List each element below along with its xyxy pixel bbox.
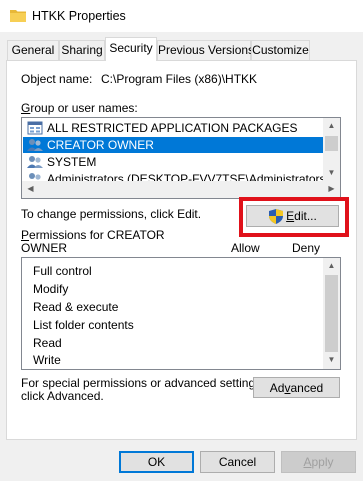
object-name-label: Object name: [21,72,93,86]
permissions-for-label: Permissions for CREATOR [21,228,165,242]
scroll-down-arrow-icon[interactable]: ▼ [323,165,340,181]
group-or-user-names-label: Group or user names: [21,101,138,115]
advanced-settings-text-line2: click Advanced. [21,389,104,403]
advanced-settings-text: For special permissions or advanced sett… [21,376,265,390]
group-list-horizontal-scrollbar[interactable]: ◀ ▶ [22,181,340,198]
group-user-list[interactable]: ALL RESTRICTED APPLICATION PACKAGES CREA… [21,117,341,199]
permissions-list[interactable]: Full control Modify Read & execute List … [21,257,341,370]
change-permissions-text: To change permissions, click Edit. [21,207,202,221]
list-item-label: ALL RESTRICTED APPLICATION PACKAGES [47,121,298,135]
list-item[interactable]: ALL RESTRICTED APPLICATION PACKAGES [23,120,324,136]
permission-row: Read & execute [33,300,119,314]
permissions-for-label-line2: OWNER [21,241,67,255]
apply-button[interactable]: Apply [281,451,356,473]
object-name-value: C:\Program Files (x86)\HTKK [101,72,258,86]
scroll-up-arrow-icon[interactable]: ▲ [323,258,340,274]
users-icon [27,139,43,151]
tab-customize[interactable]: Customize [251,40,310,60]
permission-row: Read [33,336,62,350]
group-list-vertical-scrollbar[interactable]: ▲ ▼ [323,118,340,182]
highlight-box [239,197,349,237]
allow-column-header: Allow [231,241,260,255]
scroll-down-arrow-icon[interactable]: ▼ [323,352,340,368]
permission-row: List folder contents [33,318,134,332]
permissions-vertical-scrollbar[interactable]: ▲ ▼ [323,258,340,369]
scrollbar-thumb[interactable] [325,136,338,151]
users-icon [27,156,43,168]
ok-button[interactable]: OK [119,451,194,473]
scroll-right-arrow-icon[interactable]: ▶ [323,181,340,197]
permission-row: Modify [33,282,69,296]
tab-sharing[interactable]: Sharing [59,40,105,60]
window-title: HTKK Properties [32,9,126,23]
scroll-up-arrow-icon[interactable]: ▲ [323,118,340,134]
folder-icon [10,10,26,22]
app-packages-icon [27,121,43,135]
list-item[interactable]: SYSTEM [23,154,324,170]
list-item-label: CREATOR OWNER [47,138,154,152]
scrollbar-thumb[interactable] [325,275,338,352]
permission-row: Write [33,353,61,367]
tab-previous-versions[interactable]: Previous Versions [157,40,254,60]
list-item-selected[interactable]: CREATOR OWNER [23,137,324,153]
tab-security[interactable]: Security [105,37,157,61]
tab-general[interactable]: General [7,40,59,60]
permission-row: Full control [33,264,92,278]
advanced-button[interactable]: Advanced [253,377,340,398]
cancel-button[interactable]: Cancel [200,451,275,473]
scroll-left-arrow-icon[interactable]: ◀ [22,181,39,197]
deny-column-header: Deny [292,241,321,255]
list-item-label: SYSTEM [47,155,97,169]
